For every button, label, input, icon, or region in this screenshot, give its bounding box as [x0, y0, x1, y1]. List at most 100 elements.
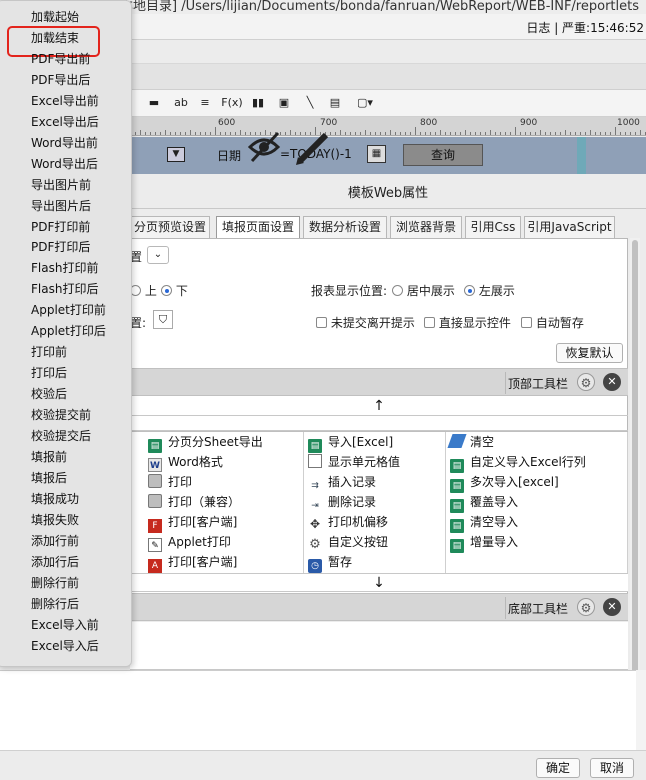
move-up-arrow[interactable]: ↑: [130, 397, 628, 416]
grid-button[interactable]: ✥ 打印机偏移: [308, 512, 388, 532]
menu-item[interactable]: Applet打印后: [31, 321, 106, 342]
formula-icon[interactable]: F(x): [221, 95, 243, 111]
text-icon[interactable]: ab: [172, 95, 190, 111]
calendar-icon[interactable]: ▦: [367, 145, 386, 163]
dialog-scrollbar[interactable]: [630, 238, 640, 698]
radio-center[interactable]: [392, 285, 403, 296]
position-up-option[interactable]: 上: [130, 282, 157, 299]
move-down-arrow[interactable]: ↓: [130, 573, 628, 592]
dropdown-arrow-icon[interactable]: ▼: [167, 147, 185, 162]
menu-item[interactable]: 校验提交后: [31, 426, 91, 447]
line-icon[interactable]: ▬: [146, 95, 162, 111]
menu-item[interactable]: Excel导入后: [31, 636, 99, 657]
paint-bucket-icon[interactable]: ⛉: [153, 310, 173, 329]
menu-item[interactable]: 添加行后: [31, 552, 79, 573]
menu-item[interactable]: Excel导入前: [31, 615, 99, 636]
menu-item[interactable]: 填报前: [31, 447, 67, 468]
menu-item[interactable]: 填报后: [31, 468, 67, 489]
align-icon[interactable]: ≡: [197, 95, 213, 111]
cancel-button[interactable]: 取消: [590, 758, 634, 778]
grid-button[interactable]: 打印: [148, 472, 192, 492]
ok-button[interactable]: 确定: [536, 758, 580, 778]
image-icon[interactable]: ▣: [275, 95, 293, 111]
grid-button[interactable]: 清空: [447, 432, 494, 452]
content-scrollbar[interactable]: [636, 670, 646, 750]
grid-button[interactable]: ▤ 多次导入[excel]: [450, 472, 559, 493]
grid-button[interactable]: ▤ 分页分Sheet导出: [148, 432, 263, 453]
menu-item[interactable]: PDF导出后: [31, 70, 90, 91]
grid-button[interactable]: ▤ 清空导入: [450, 512, 518, 533]
report-position-left[interactable]: 左展示: [464, 282, 515, 299]
menu-item[interactable]: Excel导出后: [31, 112, 99, 133]
auto-save-option[interactable]: 自动暂存: [521, 314, 584, 331]
menu-item[interactable]: 添加行前: [31, 531, 79, 552]
auto-save-checkbox[interactable]: [521, 317, 532, 328]
menu-item[interactable]: 导出图片后: [31, 196, 91, 217]
grid-button[interactable]: ⇉ 插入记录: [308, 472, 376, 492]
menu-item[interactable]: 打印前: [31, 342, 67, 363]
unsubmitted-prompt-checkbox[interactable]: [316, 317, 327, 328]
menu-item[interactable]: 加载结束: [31, 28, 79, 49]
grid-button[interactable]: ✎ Applet打印: [148, 532, 231, 552]
menu-item[interactable]: PDF导出前: [31, 49, 90, 70]
chart-icon[interactable]: ▮▮: [249, 95, 267, 111]
close-icon[interactable]: ✕: [603, 598, 621, 616]
menu-item[interactable]: PDF打印后: [31, 237, 90, 258]
radio-left[interactable]: [464, 285, 475, 296]
direct-controls-option[interactable]: 直接显示控件: [424, 314, 511, 331]
menu-item[interactable]: Word导出后: [31, 154, 98, 175]
query-button[interactable]: 查询: [403, 144, 483, 166]
menu-item[interactable]: 填报成功: [31, 489, 79, 510]
gear-icon[interactable]: ⚙: [577, 373, 595, 391]
grid-button-label: 删除记录: [328, 495, 377, 509]
radio-down[interactable]: [161, 285, 172, 296]
tab-page-preview[interactable]: 分页预览设置: [130, 216, 210, 238]
menu-item[interactable]: 校验后: [31, 384, 67, 405]
grid-button[interactable]: A 打印[客户端]: [148, 552, 237, 573]
menu-item[interactable]: 导出图片前: [31, 175, 91, 196]
tab-data-analysis[interactable]: 数据分析设置: [303, 216, 387, 238]
ruler-tick: [340, 130, 341, 135]
menu-item[interactable]: 删除行前: [31, 573, 79, 594]
chevron-down-icon[interactable]: ⌄: [147, 246, 169, 264]
tab-browser-bg[interactable]: 浏览器背景: [390, 216, 462, 238]
border-icon[interactable]: ▢▾: [352, 95, 378, 111]
tab-css[interactable]: 引用Css: [465, 216, 521, 238]
grid-button[interactable]: ◷ 暂存: [308, 552, 352, 573]
log-status[interactable]: 日志 | 严重:15:46:52: [526, 19, 644, 36]
grid-button[interactable]: ▤ 增量导入: [450, 532, 518, 553]
menu-item[interactable]: PDF打印前: [31, 217, 90, 238]
menu-item[interactable]: Excel导出前: [31, 91, 99, 112]
ruler-tick: [615, 127, 616, 135]
menu-item[interactable]: 填报失败: [31, 510, 79, 531]
menu-item[interactable]: Word导出前: [31, 133, 98, 154]
position-down-option[interactable]: 下: [161, 282, 188, 299]
menu-item[interactable]: Flash打印后: [31, 279, 98, 300]
tab-fill-page[interactable]: 填报页面设置: [216, 216, 300, 239]
restore-default-button[interactable]: 恢复默认: [556, 343, 623, 363]
grid-button[interactable]: ▤ 覆盖导入: [450, 492, 518, 513]
grid-button[interactable]: ▤ 自定义导入Excel行列: [450, 452, 586, 473]
unsubmitted-prompt-option[interactable]: 未提交离开提示: [316, 314, 415, 331]
menu-item[interactable]: 加载起始: [31, 7, 79, 28]
grid-button[interactable]: W Word格式: [148, 452, 223, 472]
gear-icon[interactable]: ⚙: [577, 598, 595, 616]
direct-controls-checkbox[interactable]: [424, 317, 435, 328]
grid-button[interactable]: 打印（兼容）: [148, 492, 240, 512]
report-position-center[interactable]: 居中展示: [392, 282, 455, 299]
tab-javascript[interactable]: 引用JavaScript: [524, 216, 615, 238]
widget-icon[interactable]: ▤: [327, 95, 343, 111]
close-icon[interactable]: ✕: [603, 373, 621, 391]
menu-item[interactable]: Applet打印前: [31, 300, 106, 321]
menu-item[interactable]: Flash打印前: [31, 258, 98, 279]
grid-button[interactable]: ⇥ 删除记录: [308, 492, 376, 512]
grid-button[interactable]: 显示单元格值: [308, 452, 400, 472]
menu-item[interactable]: 校验提交前: [31, 405, 91, 426]
grid-button[interactable]: ⚙ 自定义按钮: [308, 532, 388, 552]
slash-icon[interactable]: ╲: [302, 95, 318, 111]
menu-item[interactable]: 删除行后: [31, 594, 79, 615]
grid-button[interactable]: ▤ 导入[Excel]: [308, 432, 393, 453]
menu-item[interactable]: 打印后: [31, 363, 67, 384]
grid-button[interactable]: F 打印[客户端]: [148, 512, 237, 533]
scrollbar-thumb[interactable]: [632, 240, 638, 696]
